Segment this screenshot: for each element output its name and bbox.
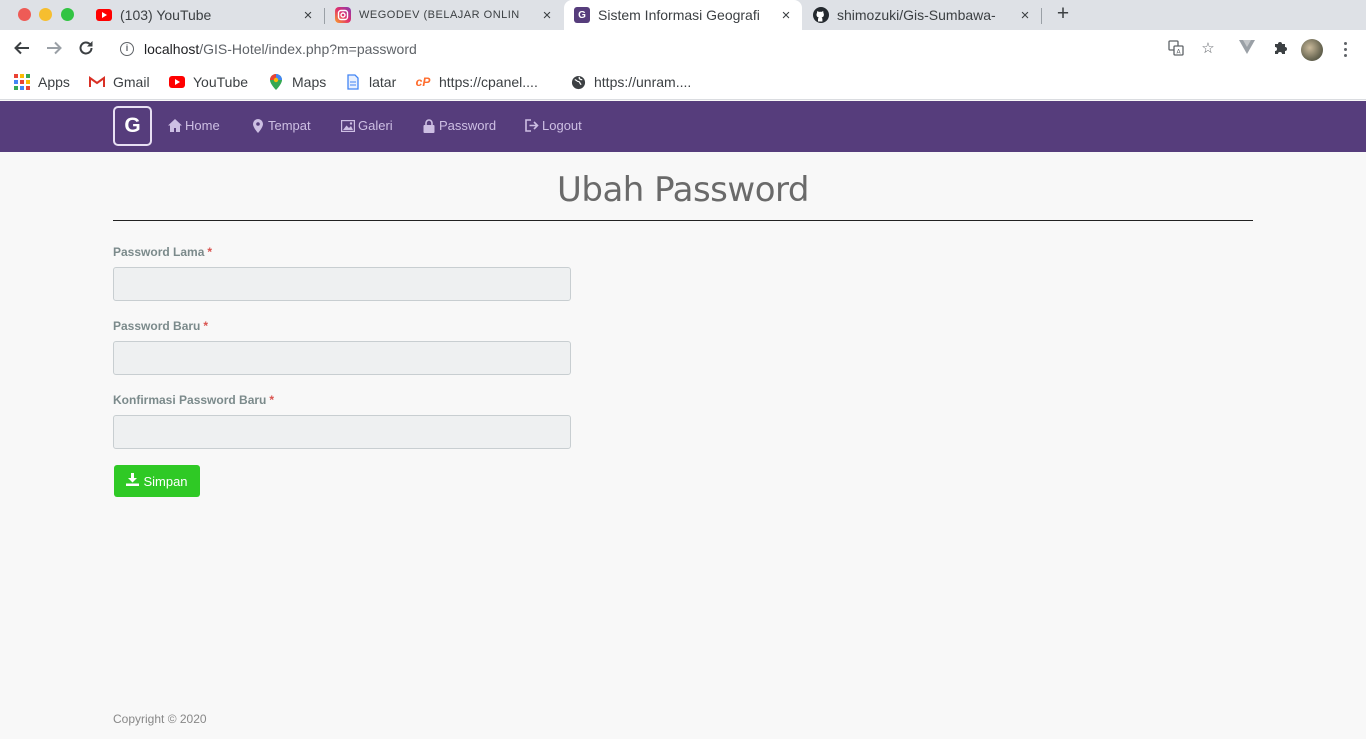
- back-arrow-icon[interactable]: [11, 39, 33, 61]
- required-marker: *: [207, 245, 213, 259]
- cpanel-icon: cP: [415, 75, 431, 89]
- site-info-icon[interactable]: i: [120, 42, 134, 56]
- youtube-icon: [169, 74, 185, 90]
- label-text: Password Lama: [113, 245, 205, 259]
- browser-tab-youtube[interactable]: (103) YouTube ×: [86, 0, 324, 30]
- tab-title: WEGODEV (BELAJAR ONLIN: [359, 9, 520, 21]
- map-marker-icon: [251, 118, 265, 133]
- nav-item-galeri[interactable]: Galeri: [341, 118, 393, 133]
- window-maximize-button[interactable]: [61, 8, 74, 21]
- nav-item-password[interactable]: Password: [422, 118, 496, 133]
- gmail-icon: [89, 74, 105, 90]
- browser-toolbar: i localhost/GIS-Hotel/index.php?m=passwo…: [0, 30, 1366, 68]
- title-divider: [113, 220, 1253, 221]
- bookmarks-bar: Apps Gmail YouTube Maps latar cP https:/…: [0, 68, 1366, 100]
- gis-favicon-icon: G: [574, 7, 590, 23]
- field-label-password-lama: Password Lama *: [113, 245, 212, 259]
- nav-item-tempat[interactable]: Tempat: [251, 118, 311, 133]
- field-label-password-baru: Password Baru *: [113, 319, 208, 333]
- address-bar[interactable]: i localhost/GIS-Hotel/index.php?m=passwo…: [110, 34, 1228, 64]
- nav-item-label: Home: [185, 118, 220, 133]
- password-lama-input[interactable]: [113, 267, 571, 301]
- bookmark-apps[interactable]: Apps: [14, 74, 70, 90]
- tab-close-icon[interactable]: ×: [298, 7, 318, 24]
- window-close-button[interactable]: [18, 8, 31, 21]
- browser-tab-github[interactable]: shimozuki/Gis-Sumbawa- ×: [803, 0, 1041, 30]
- forward-arrow-icon[interactable]: [43, 39, 65, 61]
- picture-icon: [341, 119, 355, 133]
- label-text: Konfirmasi Password Baru: [113, 393, 267, 407]
- tab-title: shimozuki/Gis-Sumbawa-: [837, 7, 996, 23]
- window-minimize-button[interactable]: [39, 8, 52, 21]
- bookmark-latar[interactable]: latar: [345, 74, 396, 90]
- browser-menu-icon[interactable]: [1340, 39, 1350, 61]
- logout-icon: [525, 119, 539, 133]
- bookmark-label: https://unram....: [594, 74, 692, 90]
- url-path: /GIS-Hotel/index.php?m=password: [199, 41, 417, 57]
- youtube-icon: [96, 7, 112, 23]
- bookmark-label: Apps: [38, 74, 70, 90]
- browser-tab-bar: (103) YouTube × WEGODEV (BELAJAR ONLIN ×…: [0, 0, 1366, 30]
- field-label-konfirmasi-password: Konfirmasi Password Baru *: [113, 393, 274, 407]
- required-marker: *: [269, 393, 275, 407]
- document-icon: [345, 74, 361, 90]
- footer-copyright: Copyright © 2020: [113, 712, 207, 726]
- tab-close-icon[interactable]: ×: [1015, 7, 1035, 24]
- home-icon: [168, 119, 182, 133]
- translate-icon[interactable]: A: [1167, 40, 1185, 58]
- bookmark-label: latar: [369, 74, 397, 90]
- tab-close-icon[interactable]: ×: [537, 7, 557, 24]
- extensions-puzzle-icon[interactable]: [1271, 40, 1289, 58]
- browser-tab-sistem-informasi[interactable]: G Sistem Informasi Geografi ×: [564, 0, 802, 30]
- bookmark-cpanel[interactable]: cP https://cpanel....: [415, 74, 538, 90]
- page-title: Ubah Password: [557, 170, 809, 210]
- bookmark-unram[interactable]: https://unram....: [570, 74, 691, 90]
- instagram-icon: [335, 7, 351, 23]
- nav-item-home[interactable]: Home: [168, 118, 220, 133]
- site-navbar: G Home Tempat Galeri Password Logout: [0, 101, 1366, 152]
- nav-item-logout[interactable]: Logout: [525, 118, 582, 133]
- nav-item-label: Password: [439, 118, 497, 133]
- reload-icon[interactable]: [75, 39, 97, 61]
- konfirmasi-password-input[interactable]: [113, 415, 571, 449]
- browser-tab-instagram[interactable]: WEGODEV (BELAJAR ONLIN ×: [325, 0, 563, 30]
- bookmark-star-icon[interactable]: ☆: [1199, 40, 1217, 58]
- brand-logo[interactable]: G: [113, 106, 152, 146]
- simpan-label: Simpan: [143, 473, 188, 489]
- nav-item-label: Galeri: [358, 118, 393, 133]
- profile-avatar[interactable]: [1301, 39, 1323, 61]
- tab-separator: [1041, 8, 1042, 24]
- nav-item-label: Logout: [542, 118, 582, 133]
- url-text: localhost/GIS-Hotel/index.php?m=password: [144, 41, 417, 57]
- bookmark-label: https://cpanel....: [439, 74, 538, 90]
- bookmark-label: Gmail: [113, 74, 150, 90]
- bookmark-label: Maps: [292, 74, 327, 90]
- tab-title: (103) YouTube: [120, 7, 212, 23]
- lock-icon: [422, 118, 436, 133]
- apps-grid-icon: [14, 74, 30, 90]
- bookmark-gmail[interactable]: Gmail: [89, 74, 150, 90]
- download-icon: [126, 473, 140, 489]
- tab-close-icon[interactable]: ×: [776, 7, 796, 24]
- password-baru-input[interactable]: [113, 341, 571, 375]
- bookmark-label: YouTube: [193, 74, 249, 90]
- github-icon: [813, 7, 829, 23]
- bookmark-youtube[interactable]: YouTube: [169, 74, 248, 90]
- simpan-button[interactable]: Simpan: [114, 465, 200, 497]
- url-host: localhost: [144, 41, 200, 57]
- globe-icon: [570, 74, 586, 90]
- maps-pin-icon: [268, 74, 284, 90]
- new-tab-button[interactable]: +: [1052, 3, 1074, 25]
- vuejs-devtools-icon[interactable]: [1238, 40, 1256, 58]
- nav-item-label: Tempat: [268, 118, 311, 133]
- required-marker: *: [203, 319, 209, 333]
- tab-title: Sistem Informasi Geografi: [598, 7, 760, 23]
- label-text: Password Baru: [113, 319, 201, 333]
- bookmark-maps[interactable]: Maps: [268, 74, 326, 90]
